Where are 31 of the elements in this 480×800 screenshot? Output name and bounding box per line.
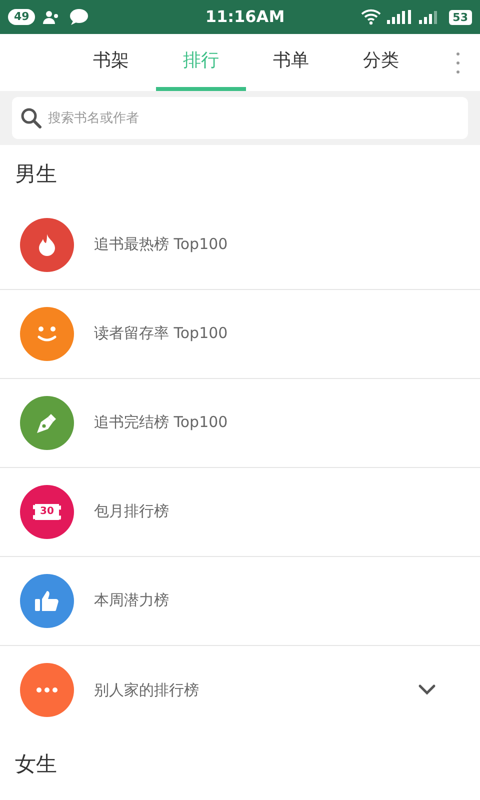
- section-title: 女生: [14, 750, 58, 778]
- tab[interactable]: 分类: [336, 34, 426, 91]
- thumbs-up-icon: [34, 590, 60, 612]
- tab[interactable]: 书架: [66, 34, 156, 91]
- chevron-down-icon[interactable]: [418, 684, 436, 696]
- ranking-list-item[interactable]: 读者留存率 Top100: [0, 290, 480, 378]
- wifi-icon: [360, 9, 381, 25]
- status-time: 11:16AM: [204, 6, 285, 28]
- item-label: 本周潜力榜: [94, 590, 169, 612]
- ranking-list-item[interactable]: 追书最热榜 Top100: [0, 200, 480, 290]
- ranking-list-item[interactable]: 30 包月排行榜: [0, 468, 480, 556]
- more-icon: [36, 687, 58, 693]
- item-label: 读者留存率 Top100: [94, 323, 228, 344]
- signal-icon: [386, 10, 413, 24]
- item-label: 追书完结榜 Top100: [94, 412, 228, 434]
- battery-indicator: 53: [448, 10, 472, 24]
- tab[interactable]: 书单: [246, 34, 336, 91]
- vertical-dots-icon: [456, 50, 460, 74]
- ranking-list-item[interactable]: 追书完结榜 Top100: [0, 378, 480, 468]
- flame-icon: [38, 234, 56, 256]
- item-label: 别人家的排行榜: [94, 680, 199, 701]
- section-title: 男生: [14, 161, 58, 188]
- search-field[interactable]: 搜索书名或作者: [12, 97, 468, 139]
- ranking-list-item[interactable]: 别人家的排行榜: [0, 646, 480, 734]
- ticket-icon: 30: [33, 504, 61, 520]
- item-label: 包月排行榜: [94, 501, 169, 522]
- chat-bubble-icon: [69, 9, 90, 25]
- item-label: 追书最热榜 Top100: [94, 234, 228, 256]
- ranking-list-item[interactable]: 本周潜力榜: [0, 556, 480, 646]
- notification-badge: 49: [8, 9, 36, 25]
- search-icon: [20, 107, 42, 129]
